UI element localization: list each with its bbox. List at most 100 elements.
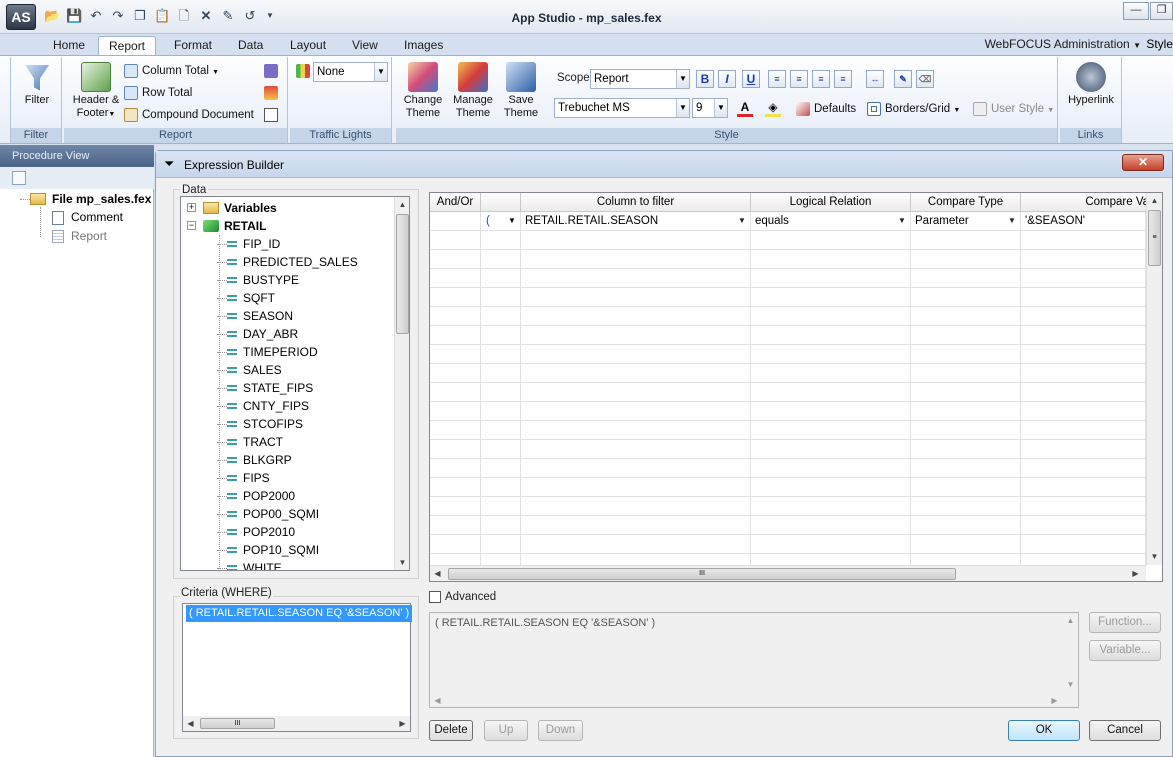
empty-cell[interactable] — [430, 535, 481, 554]
empty-cell[interactable] — [751, 516, 911, 535]
empty-cell[interactable] — [751, 535, 911, 554]
empty-cell[interactable] — [430, 497, 481, 516]
empty-cell[interactable] — [911, 269, 1021, 288]
scroll-right-icon[interactable]: ▶ — [395, 716, 410, 731]
empty-cell[interactable] — [911, 307, 1021, 326]
tree-field-item[interactable]: POP10_SQMI — [181, 541, 391, 559]
empty-cell[interactable] — [911, 326, 1021, 345]
empty-cell[interactable] — [430, 345, 481, 364]
tree-field-item[interactable]: POP2010 — [181, 523, 391, 541]
tree-item-variables[interactable]: + Variables — [181, 199, 401, 217]
toolbar-page-icon[interactable] — [12, 171, 26, 185]
empty-cell[interactable] — [430, 402, 481, 421]
empty-cell[interactable] — [430, 250, 481, 269]
empty-cell[interactable] — [481, 250, 521, 269]
tree-field-item[interactable]: DAY_ABR — [181, 325, 391, 343]
empty-cell[interactable] — [481, 326, 521, 345]
compound-document-button[interactable]: Compound Document — [124, 106, 254, 124]
tab-report[interactable]: Report — [98, 36, 157, 56]
tree-field-item[interactable]: PREDICTED_SALES — [181, 253, 391, 271]
tree-field-item[interactable]: CNTY_FIPS — [181, 397, 391, 415]
criteria-item[interactable]: ( RETAIL.RETAIL.SEASON EQ '&SEASON' ) — [186, 605, 413, 622]
format-painter-button[interactable]: ✎ — [894, 70, 912, 88]
empty-cell[interactable] — [521, 421, 751, 440]
variable-button[interactable]: Variable... — [1089, 640, 1161, 661]
empty-cell[interactable] — [481, 307, 521, 326]
scroll-right-icon[interactable]: ▶ — [1047, 693, 1062, 708]
empty-cell[interactable] — [1021, 288, 1146, 307]
scroll-thumb[interactable]: III — [448, 568, 956, 580]
empty-cell[interactable] — [751, 440, 911, 459]
cell-compare-value[interactable]: '&SEASON' — [1021, 212, 1146, 231]
cancel-button[interactable]: Cancel — [1089, 720, 1161, 741]
empty-cell[interactable] — [481, 269, 521, 288]
chevron-down-icon[interactable]: ▼ — [1005, 214, 1019, 228]
empty-cell[interactable] — [1021, 402, 1146, 421]
empty-cell[interactable] — [751, 307, 911, 326]
chevron-down-icon[interactable]: ▼ — [895, 214, 909, 228]
empty-cell[interactable] — [751, 459, 911, 478]
empty-cell[interactable] — [751, 269, 911, 288]
procedure-item-comment[interactable]: Comment — [71, 210, 123, 224]
function-button[interactable]: Function... — [1089, 612, 1161, 633]
hyperlink-button[interactable]: Hyperlink — [1063, 62, 1119, 107]
empty-cell[interactable] — [481, 459, 521, 478]
sort-icon[interactable] — [264, 86, 278, 100]
empty-cell[interactable] — [1021, 516, 1146, 535]
expression-horizontal-scrollbar[interactable]: ◀ ▶ — [430, 693, 1063, 708]
empty-cell[interactable] — [521, 231, 751, 250]
scroll-left-icon[interactable]: ◀ — [430, 566, 445, 581]
align-right-button[interactable]: ≡ — [812, 70, 830, 88]
tab-layout[interactable]: Layout — [280, 36, 336, 56]
close-button[interactable]: ✕ — [1122, 154, 1164, 171]
user-style-button[interactable]: User Style ▼ — [973, 100, 1054, 118]
underline-button[interactable]: U — [742, 70, 760, 88]
empty-cell[interactable] — [911, 516, 1021, 535]
empty-cell[interactable] — [751, 402, 911, 421]
procedure-item-report[interactable]: Report — [71, 229, 107, 243]
defaults-button[interactable]: Defaults — [796, 100, 856, 118]
filter-button[interactable]: Filter — [17, 62, 57, 107]
empty-cell[interactable] — [1021, 250, 1146, 269]
empty-cell[interactable] — [430, 364, 481, 383]
up-button[interactable]: Up — [484, 720, 528, 741]
expression-vertical-scrollbar[interactable]: ▲ ▼ — [1063, 613, 1078, 693]
empty-cell[interactable] — [751, 345, 911, 364]
tab-view[interactable]: View — [342, 36, 388, 56]
empty-cell[interactable] — [1021, 478, 1146, 497]
align-center-button[interactable]: ≡ — [790, 70, 808, 88]
empty-cell[interactable] — [751, 326, 911, 345]
empty-cell[interactable] — [751, 364, 911, 383]
tab-format[interactable]: Format — [164, 36, 222, 56]
italic-button[interactable]: I — [718, 70, 736, 88]
cell-paren[interactable]: (▼ — [481, 212, 521, 231]
scroll-down-icon[interactable]: ▼ — [395, 555, 409, 570]
font-color-icon[interactable]: A — [737, 101, 753, 117]
criteria-horizontal-scrollbar[interactable]: ◀ III ▶ — [183, 716, 410, 731]
empty-cell[interactable] — [911, 364, 1021, 383]
empty-cell[interactable] — [911, 421, 1021, 440]
empty-cell[interactable] — [481, 383, 521, 402]
column-header-paren[interactable] — [481, 193, 521, 212]
empty-cell[interactable] — [521, 288, 751, 307]
empty-cell[interactable] — [521, 269, 751, 288]
column-header-andor[interactable]: And/Or — [430, 193, 481, 212]
align-left-button[interactable]: ≡ — [768, 70, 786, 88]
tree-field-item[interactable]: TRACT — [181, 433, 391, 451]
grid-horizontal-scrollbar[interactable]: ◀ III ▶ — [430, 565, 1146, 581]
style-menu[interactable]: Style — [1146, 35, 1173, 54]
borders-grid-button[interactable]: Borders/Grid ▼ — [867, 100, 960, 118]
column-header-logical-relation[interactable]: Logical Relation — [751, 193, 911, 212]
empty-cell[interactable] — [911, 250, 1021, 269]
empty-cell[interactable] — [911, 478, 1021, 497]
column-total-button[interactable]: Column Total ▼ — [124, 62, 219, 80]
empty-cell[interactable] — [751, 231, 911, 250]
report-options-icon[interactable] — [264, 64, 278, 78]
empty-cell[interactable] — [1021, 497, 1146, 516]
expand-icon[interactable]: + — [187, 203, 196, 212]
empty-cell[interactable] — [430, 421, 481, 440]
justify-button[interactable]: ≡ — [834, 70, 852, 88]
tree-field-item[interactable]: BUSTYPE — [181, 271, 391, 289]
empty-cell[interactable] — [481, 535, 521, 554]
delete-button[interactable]: Delete — [429, 720, 473, 741]
